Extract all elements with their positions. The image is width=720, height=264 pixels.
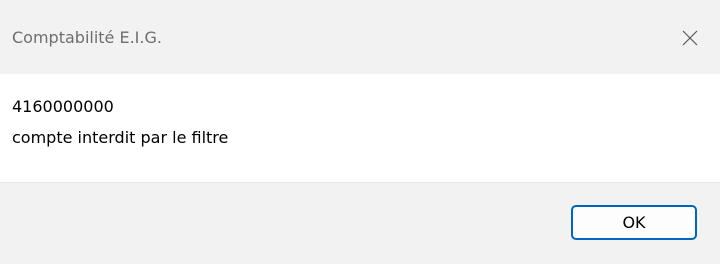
message-text: compte interdit par le filtre	[12, 128, 229, 147]
message-area: 4160000000 compte interdit par le filtre	[0, 74, 720, 182]
ok-button[interactable]: OK	[571, 205, 697, 240]
account-number-text: 4160000000	[12, 97, 114, 116]
message-dialog: Comptabilité E.I.G. 4160000000 compte in…	[0, 0, 720, 264]
close-icon	[682, 30, 698, 46]
close-button[interactable]	[672, 20, 708, 56]
button-bar: OK	[0, 182, 720, 264]
window-title: Comptabilité E.I.G.	[12, 28, 162, 47]
title-bar: Comptabilité E.I.G.	[0, 0, 720, 74]
